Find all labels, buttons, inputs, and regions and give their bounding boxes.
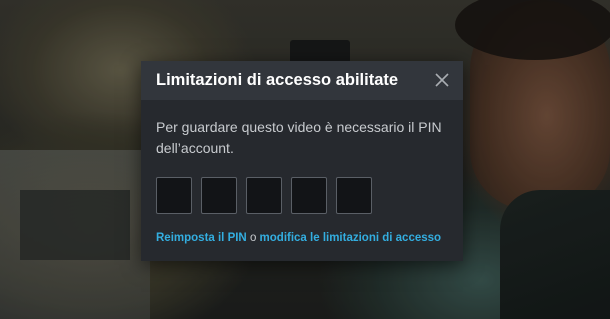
pin-input-group <box>156 177 448 214</box>
pin-digit-2[interactable] <box>201 177 237 214</box>
pin-digit-3[interactable] <box>246 177 282 214</box>
dialog-body: Per guardare questo video è necessario i… <box>141 100 463 244</box>
pin-digit-4[interactable] <box>291 177 327 214</box>
reset-pin-link[interactable]: Reimposta il PIN <box>156 232 247 244</box>
parental-controls-dialog: Limitazioni di accesso abilitate Per gua… <box>141 61 463 261</box>
dialog-title: Limitazioni di accesso abilitate <box>156 71 399 89</box>
pin-digit-5[interactable] <box>336 177 372 214</box>
links-connector: o <box>246 232 260 244</box>
dialog-header: Limitazioni di accesso abilitate <box>141 61 463 100</box>
modify-restrictions-link[interactable]: modifica le limitazioni di accesso <box>260 232 442 244</box>
close-button[interactable] <box>434 72 450 88</box>
pin-help-links: Reimposta il PIN o modifica le limitazio… <box>156 232 448 244</box>
pin-digit-1[interactable] <box>156 177 192 214</box>
pin-required-message: Per guardare questo video è necessario i… <box>156 119 442 156</box>
close-icon <box>435 73 449 87</box>
